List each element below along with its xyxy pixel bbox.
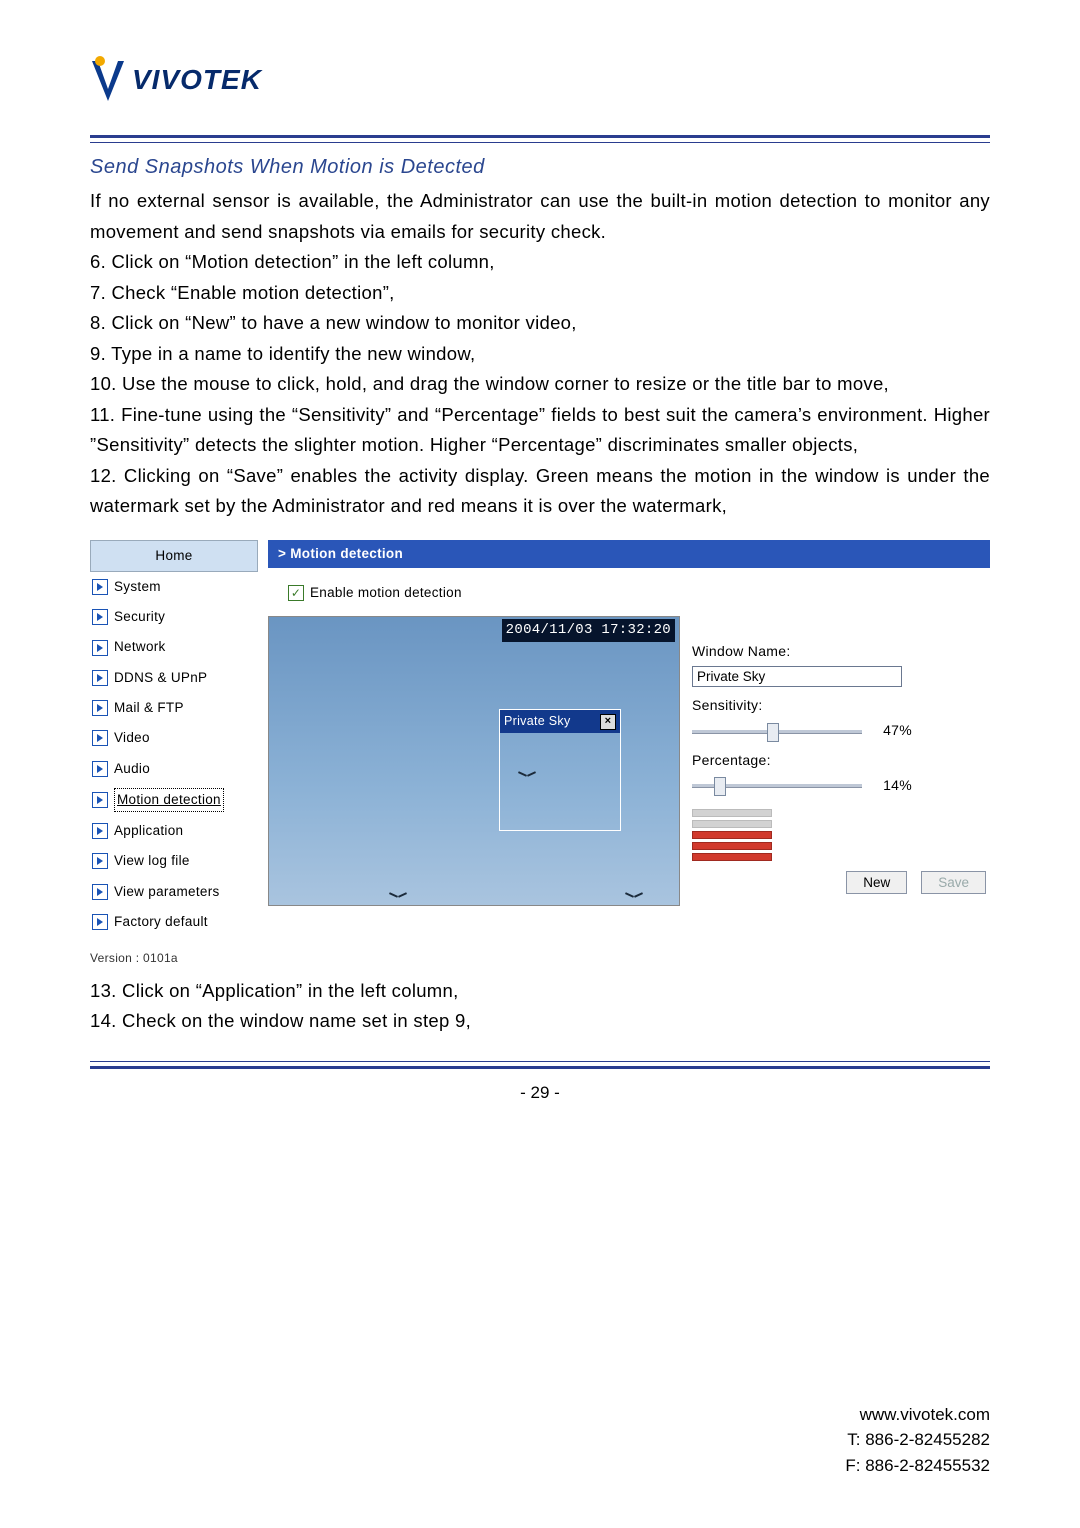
arrow-right-icon [92,914,108,930]
arrow-right-icon [92,761,108,777]
instruction-step: 14. Check on the window name set in step… [90,1006,990,1037]
arrow-right-icon [92,853,108,869]
divider [90,1066,990,1069]
instruction-step: 7. Check “Enable motion detection”, [90,278,990,309]
sensitivity-label: Sensitivity: [692,694,990,717]
sidebar-item-label: Factory default [114,911,208,933]
instruction-step: 12. Clicking on “Save” enables the activ… [90,461,990,522]
detection-window[interactable]: Private Sky × [499,709,621,831]
sidebar-item-security[interactable]: Security [90,602,258,632]
firmware-version: Version : 0101a [90,949,258,969]
percentage-value: 14% [872,774,912,797]
sidebar-item-view-log-file[interactable]: View log file [90,846,258,876]
sidebar-item-label: Video [114,727,150,749]
sidebar-item-motion-detection[interactable]: Motion detection [90,784,258,816]
section-title: Send Snapshots When Motion is Detected [90,151,990,184]
sidebar-item-application[interactable]: Application [90,816,258,846]
arrow-right-icon [92,792,108,808]
activity-bars [692,809,772,861]
sidebar-item-video[interactable]: Video [90,723,258,753]
window-name-input[interactable] [692,666,902,687]
sidebar-item-label: Mail & FTP [114,697,184,719]
video-timestamp: 2004/11/03 17:32:20 [502,619,675,642]
sidebar-item-label: View log file [114,850,190,872]
sidebar-item-label: Application [114,820,183,842]
enable-motion-label: Enable motion detection [310,582,462,604]
instruction-step: 13. Click on “Application” in the left c… [90,976,990,1007]
footer-fax: F: 886-2-82455532 [845,1453,990,1479]
instruction-step: 10. Use the mouse to click, hold, and dr… [90,369,990,400]
sidebar-item-label: Security [114,606,165,628]
footer-website: www.vivotek.com [845,1402,990,1428]
bird-icon [518,768,536,780]
divider [90,135,990,138]
percentage-slider[interactable] [692,776,862,794]
sidebar-item-mail-ftp[interactable]: Mail & FTP [90,693,258,723]
page-number: - 29 - [90,1083,990,1103]
percentage-label: Percentage: [692,749,990,772]
detection-controls: Window Name: Sensitivity: 47% Percentage… [692,616,990,906]
sidebar-item-audio[interactable]: Audio [90,754,258,784]
motion-detection-screenshot: Home System Security Network DDNS & UPnP Mai… [90,540,990,940]
save-button[interactable]: Save [921,871,986,894]
arrow-right-icon [92,700,108,716]
instruction-step: 8. Click on “New” to have a new window t… [90,308,990,339]
arrow-right-icon [92,579,108,595]
video-preview[interactable]: 2004/11/03 17:32:20 Private Sky × [268,616,680,906]
sidebar-item-label: Audio [114,758,150,780]
logo-mark-icon [90,55,126,105]
sidebar-item-view-parameters[interactable]: View parameters [90,877,258,907]
sidebar-item-label: View parameters [114,881,220,903]
sidebar-item-network[interactable]: Network [90,632,258,662]
arrow-right-icon [92,670,108,686]
instruction-step: 6. Click on “Motion detection” in the le… [90,247,990,278]
arrow-right-icon [92,884,108,900]
sensitivity-value: 47% [872,719,912,742]
new-button[interactable]: New [846,871,907,894]
close-icon[interactable]: × [600,714,616,730]
brand-logo: VIVOTEK [90,55,990,105]
brand-name: VIVOTEK [132,64,262,96]
arrow-right-icon [92,823,108,839]
panel-titlebar: > Motion detection [268,540,990,568]
arrow-right-icon [92,640,108,656]
sensitivity-slider[interactable] [692,722,862,740]
bird-icon [625,889,643,901]
intro-paragraph: If no external sensor is available, the … [90,186,990,247]
divider [90,1061,990,1062]
divider [90,142,990,143]
instruction-step: 9. Type in a name to identify the new wi… [90,339,990,370]
sidebar-item-label: System [114,576,161,598]
sidebar-item-label: DDNS & UPnP [114,667,207,689]
config-sidebar: Home System Security Network DDNS & UPnP Mai… [90,540,258,969]
footer-contact: www.vivotek.com T: 886-2-82455282 F: 886… [845,1402,990,1479]
sidebar-home[interactable]: Home [90,540,258,572]
enable-motion-checkbox[interactable]: ✓ [288,585,304,601]
footer-tel: T: 886-2-82455282 [845,1427,990,1453]
arrow-right-icon [92,609,108,625]
arrow-right-icon [92,730,108,746]
instruction-step: 11. Fine-tune using the “Sensitivity” an… [90,400,990,461]
sidebar-item-ddns-upnp[interactable]: DDNS & UPnP [90,663,258,693]
sidebar-item-label: Network [114,636,166,658]
bird-icon [389,889,407,901]
sidebar-item-factory-default[interactable]: Factory default [90,907,258,937]
window-name-label: Window Name: [692,640,990,663]
detection-window-title: Private Sky [504,711,571,732]
sidebar-item-label: Motion detection [114,788,224,812]
sidebar-item-system[interactable]: System [90,572,258,602]
